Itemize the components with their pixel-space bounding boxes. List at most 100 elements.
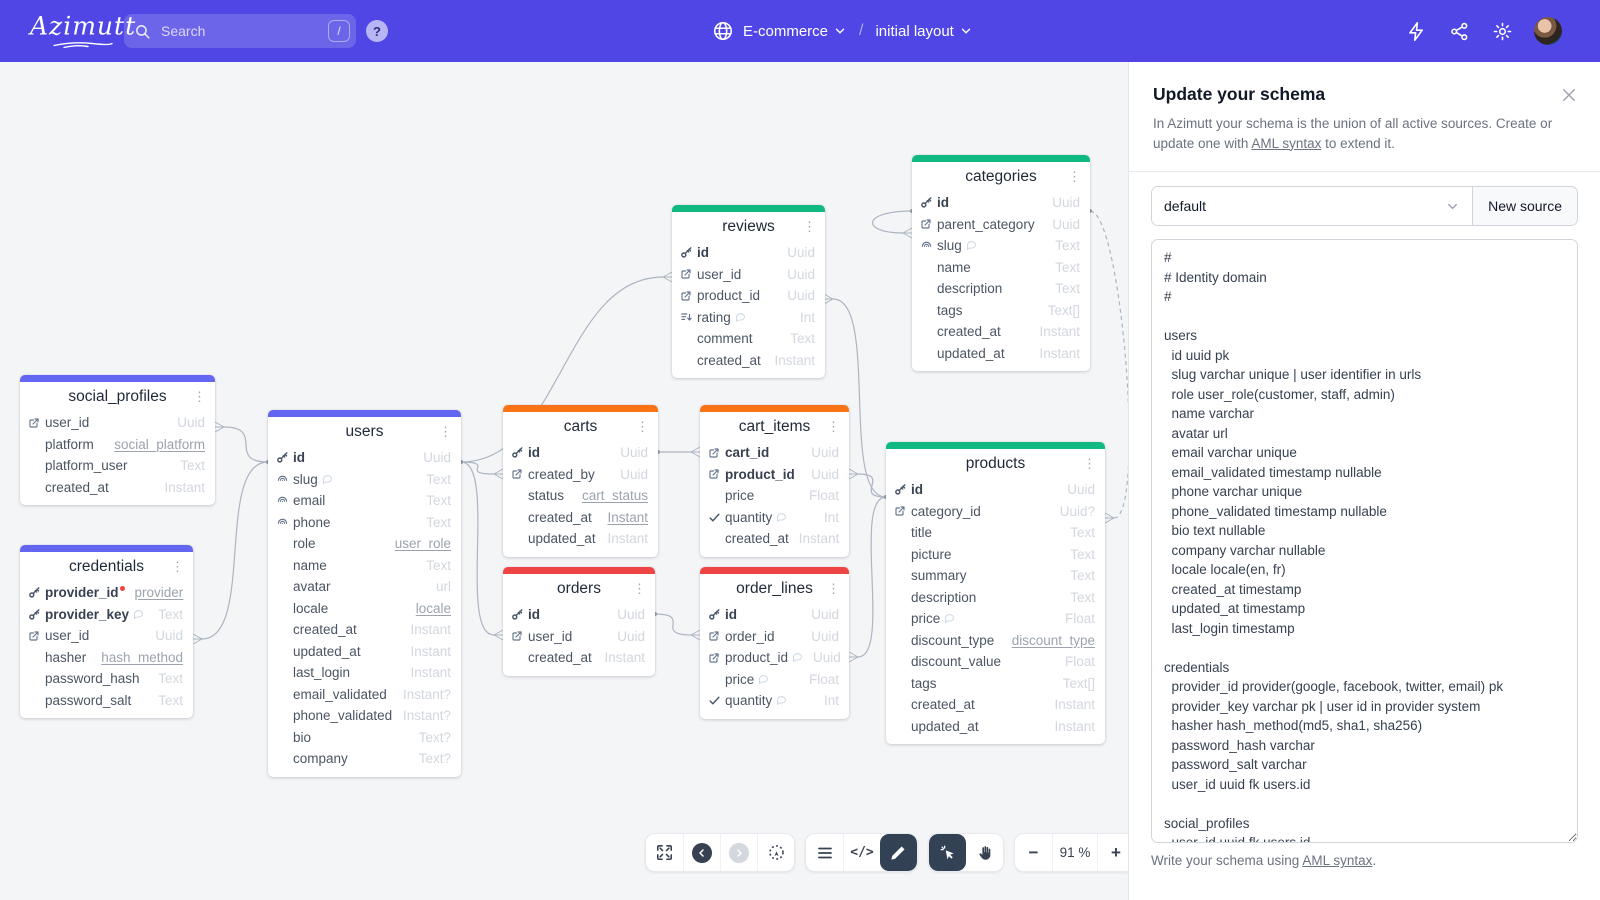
diagram-canvas[interactable]: social_profiles⋮user_idUuidplatformsocia… <box>0 62 1128 900</box>
column-row-user_id[interactable]: user_idUuid <box>20 625 193 647</box>
table-menu-icon[interactable]: ⋮ <box>825 420 842 434</box>
table-menu-icon[interactable]: ⋮ <box>631 582 648 596</box>
source-select[interactable]: default <box>1152 187 1472 225</box>
table-users[interactable]: users⋮idUuidslugTextemailTextphoneTextro… <box>268 410 461 777</box>
column-row-created_at[interactable]: created_atInstant <box>20 477 215 499</box>
column-row-quantity[interactable]: quantityInt <box>700 690 849 712</box>
table-header[interactable]: credentials⋮ <box>20 552 193 582</box>
column-row-last_login[interactable]: last_loginInstant <box>268 662 461 684</box>
column-row-created_at[interactable]: created_atInstant <box>503 647 655 669</box>
user-avatar[interactable] <box>1534 17 1562 45</box>
column-row-updated_at[interactable]: updated_atInstant <box>912 343 1090 365</box>
column-row-picture[interactable]: pictureText <box>886 544 1105 566</box>
column-row-title[interactable]: titleText <box>886 522 1105 544</box>
azimutt-logo[interactable]: Azimutt <box>30 14 136 49</box>
column-row-hasher[interactable]: hasherhash_method <box>20 647 193 669</box>
column-row-name[interactable]: nameText <box>268 555 461 577</box>
column-row-tags[interactable]: tagsText[] <box>886 673 1105 695</box>
table-credentials[interactable]: credentials⋮provider_idproviderprovider_… <box>20 545 193 718</box>
column-row-price[interactable]: priceFloat <box>700 485 849 507</box>
column-row-id[interactable]: idUuid <box>503 442 658 464</box>
project-selector[interactable]: E-commerce <box>743 23 847 40</box>
column-row-tags[interactable]: tagsText[] <box>912 300 1090 322</box>
column-row-product_id[interactable]: product_idUuid <box>700 464 849 486</box>
table-header[interactable]: cart_items⋮ <box>700 412 849 442</box>
table-header[interactable]: categories⋮ <box>912 162 1090 192</box>
column-row-discount_value[interactable]: discount_valueFloat <box>886 651 1105 673</box>
column-row-created_at[interactable]: created_atInstant <box>268 619 461 641</box>
column-row-comment[interactable]: commentText <box>672 328 825 350</box>
column-row-email[interactable]: emailText <box>268 490 461 512</box>
column-row-quantity[interactable]: quantityInt <box>700 507 849 529</box>
history-back-button[interactable] <box>683 834 720 871</box>
column-row-phone_validated[interactable]: phone_validatedInstant? <box>268 705 461 727</box>
column-row-cart_id[interactable]: cart_idUuid <box>700 442 849 464</box>
column-row-user_id[interactable]: user_idUuid <box>20 412 215 434</box>
table-menu-icon[interactable]: ⋮ <box>801 220 818 234</box>
settings-gear-icon[interactable] <box>1491 20 1513 42</box>
column-row-product_id[interactable]: product_idUuid <box>672 285 825 307</box>
column-row-id[interactable]: idUuid <box>700 604 849 626</box>
table-header[interactable]: reviews⋮ <box>672 212 825 242</box>
column-row-id[interactable]: idUuid <box>503 604 655 626</box>
column-row-provider_key[interactable]: provider_keyText <box>20 604 193 626</box>
table-header[interactable]: products⋮ <box>886 449 1105 479</box>
table-carts[interactable]: carts⋮idUuidcreated_byUuidstatuscart_sta… <box>503 405 658 557</box>
table-menu-icon[interactable]: ⋮ <box>634 420 651 434</box>
draw-mode-button[interactable] <box>880 834 917 871</box>
search-input[interactable] <box>159 22 328 40</box>
column-row-bio[interactable]: bioText? <box>268 727 461 749</box>
history-forward-button[interactable] <box>720 834 757 871</box>
column-row-parent_category[interactable]: parent_categoryUuid <box>912 214 1090 236</box>
column-row-user_id[interactable]: user_idUuid <box>503 626 655 648</box>
close-icon[interactable] <box>1560 86 1578 104</box>
column-row-email_validated[interactable]: email_validatedInstant? <box>268 684 461 706</box>
search-box[interactable]: / <box>124 14 356 48</box>
table-categories[interactable]: categories⋮idUuidparent_categoryUuidslug… <box>912 155 1090 371</box>
column-row-description[interactable]: descriptionText <box>886 587 1105 609</box>
share-icon[interactable] <box>1448 20 1470 42</box>
column-row-created_by[interactable]: created_byUuid <box>503 464 658 486</box>
column-row-product_id[interactable]: product_idUuid <box>700 647 849 669</box>
schema-textarea[interactable]: # # Identity domain # users id uuid pk s… <box>1151 239 1578 843</box>
table-social_profiles[interactable]: social_profiles⋮user_idUuidplatformsocia… <box>20 375 215 505</box>
column-row-locale[interactable]: localelocale <box>268 598 461 620</box>
column-row-id[interactable]: idUuid <box>268 447 461 469</box>
table-menu-icon[interactable]: ⋮ <box>437 425 454 439</box>
table-cart_items[interactable]: cart_items⋮cart_idUuidproduct_idUuidpric… <box>700 405 849 557</box>
table-list-button[interactable] <box>806 834 843 871</box>
column-row-slug[interactable]: slugText <box>268 469 461 491</box>
quick-actions-icon[interactable] <box>1405 20 1427 42</box>
table-orders[interactable]: orders⋮idUuiduser_idUuidcreated_atInstan… <box>503 567 655 676</box>
table-header[interactable]: orders⋮ <box>503 574 655 604</box>
column-row-created_at[interactable]: created_atInstant <box>700 528 849 550</box>
zoom-level[interactable]: 91 % <box>1052 834 1097 871</box>
table-menu-icon[interactable]: ⋮ <box>191 390 208 404</box>
column-row-summary[interactable]: summaryText <box>886 565 1105 587</box>
column-row-discount_type[interactable]: discount_typediscount_type <box>886 630 1105 652</box>
table-header[interactable]: order_lines⋮ <box>700 574 849 604</box>
zoom-out-button[interactable]: − <box>1015 834 1052 871</box>
table-menu-icon[interactable]: ⋮ <box>1066 170 1083 184</box>
select-mode-button[interactable] <box>929 834 966 871</box>
table-menu-icon[interactable]: ⋮ <box>825 582 842 596</box>
table-header[interactable]: social_profiles⋮ <box>20 382 215 412</box>
aml-syntax-link[interactable]: AML syntax <box>1251 136 1321 151</box>
column-row-platform[interactable]: platformsocial_platform <box>20 434 215 456</box>
column-row-status[interactable]: statuscart_status <box>503 485 658 507</box>
layout-selector[interactable]: initial layout <box>875 23 972 40</box>
column-row-order_id[interactable]: order_idUuid <box>700 626 849 648</box>
table-header[interactable]: carts⋮ <box>503 412 658 442</box>
zoom-in-button[interactable]: + <box>1097 834 1128 871</box>
table-menu-icon[interactable]: ⋮ <box>169 560 186 574</box>
aml-code-button[interactable]: </> <box>843 834 880 871</box>
table-menu-icon[interactable]: ⋮ <box>1081 457 1098 471</box>
fit-to-screen-button[interactable] <box>646 834 683 871</box>
column-row-avatar[interactable]: avatarurl <box>268 576 461 598</box>
help-button[interactable]: ? <box>366 20 388 42</box>
new-source-button[interactable]: New source <box>1472 187 1577 225</box>
column-row-user_id[interactable]: user_idUuid <box>672 264 825 286</box>
column-row-category_id[interactable]: category_idUuid? <box>886 501 1105 523</box>
table-reviews[interactable]: reviews⋮idUuiduser_idUuidproduct_idUuidr… <box>672 205 825 378</box>
column-row-phone[interactable]: phoneText <box>268 512 461 534</box>
